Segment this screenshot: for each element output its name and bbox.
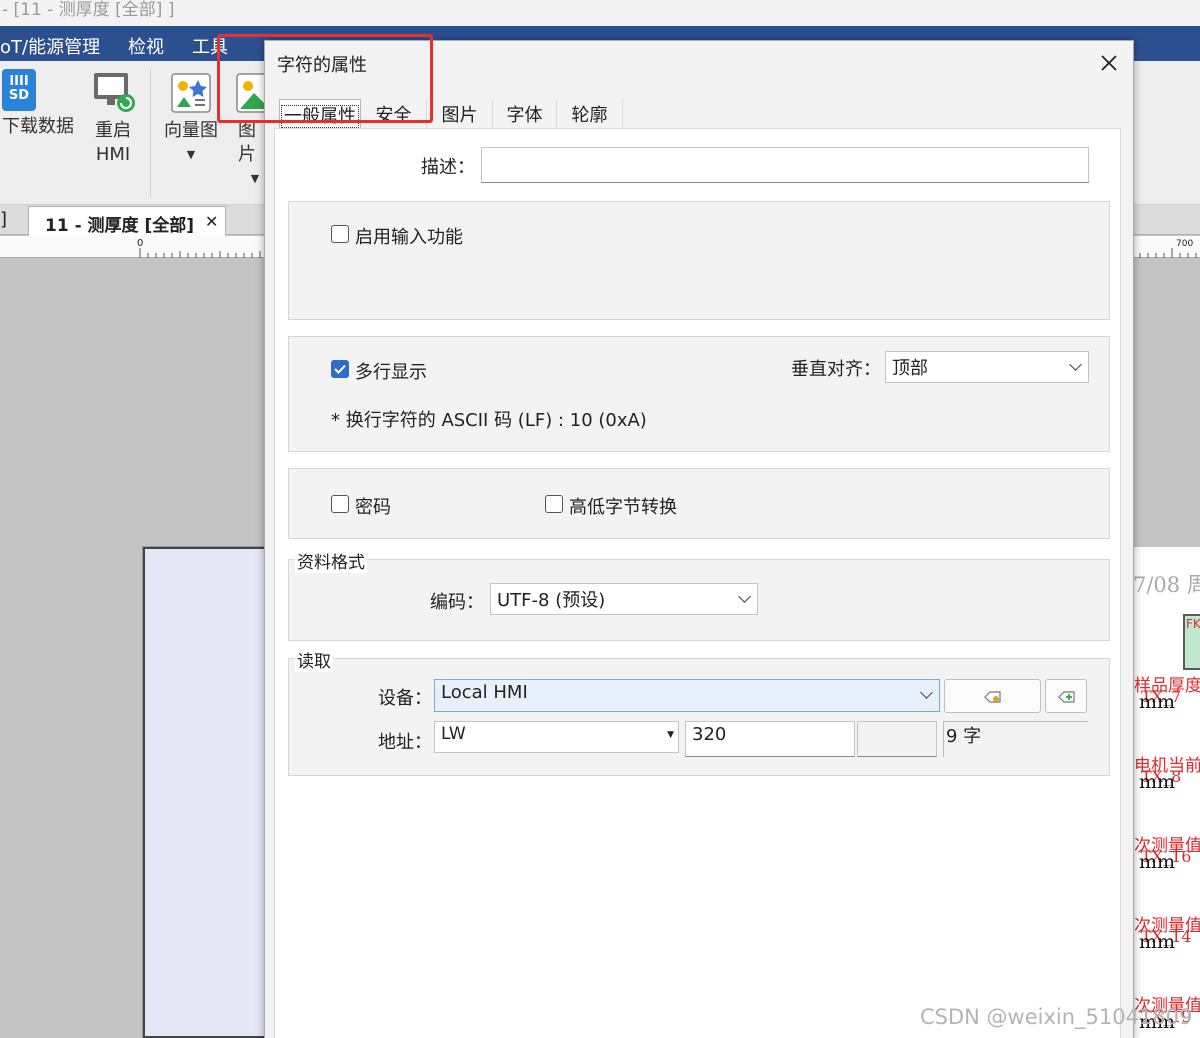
item-unit: mm (1139, 931, 1176, 953)
byte-swap-checkbox[interactable] (545, 495, 563, 513)
add-tag-button[interactable] (1045, 679, 1087, 713)
tab-active-document[interactable]: 11 - 测厚度 [全部] ✕ (28, 206, 226, 236)
tab-image-label: 图片 (441, 105, 478, 126)
byte-swap-label: 高低字节转换 (569, 497, 677, 518)
enable-input-checkbox[interactable] (331, 225, 349, 243)
vector-image-icon (171, 73, 211, 113)
ruler-start-label: 0 (137, 238, 144, 249)
data-format-group: 资料格式 编码： UTF-8 (预设) (288, 548, 1110, 641)
password-group: 密码 高低字节转换 (288, 468, 1110, 539)
chevron-down-icon (920, 686, 933, 699)
address-value-input[interactable]: 320 (685, 721, 855, 757)
watermark: CSDN @weixin_51041809 (920, 1005, 1193, 1029)
window-title: - [11 - 测厚度 [全部] ] (0, 0, 1200, 26)
screen-preview-right: 7/08 周 FK 样品厚度 TX_7 mm 电机当前 TX_8 mm 次测量值… (1133, 547, 1200, 1038)
general-properties-panel: 描述： 启用输入功能 多行显示 垂直对齐： 顶部 * 换行字符的 ASCII 码… (274, 128, 1121, 1038)
item-unit: mm (1139, 691, 1176, 713)
multiline-label: 多行显示 (355, 362, 427, 383)
tag-add-icon (1058, 691, 1075, 703)
vertical-align-label: 垂直对齐： (791, 359, 881, 380)
close-icon[interactable] (1099, 53, 1119, 73)
tab-outline[interactable]: 轮廓 (557, 99, 623, 129)
device-label: 设备： (378, 688, 432, 709)
fk-button[interactable]: FK (1183, 614, 1200, 670)
device-value: Local HMI (441, 682, 528, 703)
small-dropdown-arrow-icon: ▼ (667, 730, 674, 740)
device-settings-button[interactable] (944, 679, 1041, 713)
input-function-group: 启用输入功能 (288, 201, 1110, 320)
restart-monitor-icon (94, 73, 135, 112)
password-label: 密码 (355, 497, 391, 518)
data-format-legend: 资料格式 (295, 548, 367, 573)
description-label: 描述： (421, 157, 475, 178)
multiline-group: 多行显示 垂直对齐： 顶部 * 换行字符的 ASCII 码 (LF) : 10 … (288, 336, 1110, 452)
ruler-end-label: 700 (1176, 239, 1194, 249)
address-label: 地址： (378, 732, 432, 753)
fk-label: FK (1186, 617, 1200, 631)
chevron-down-icon (1069, 358, 1082, 371)
address-type-select[interactable]: LW ▼ (434, 721, 679, 753)
tab-outline-label: 轮廓 (571, 105, 608, 126)
encoding-label: 编码： (430, 592, 484, 613)
close-tab-icon[interactable]: ✕ (205, 212, 218, 231)
download-data-label: 下载数据 (2, 116, 74, 137)
menu-iot-energy[interactable]: oT/能源管理 (0, 33, 100, 59)
restart-label-1: 重启 (95, 120, 131, 141)
menu-view[interactable]: 检视 (128, 33, 164, 59)
restart-hmi-button[interactable]: 重启 HMI (84, 69, 142, 167)
tag-settings-icon (984, 691, 1001, 703)
chevron-down-icon: ▼ (186, 148, 196, 161)
restart-label-2: HMI (95, 144, 131, 165)
password-checkbox[interactable] (331, 495, 349, 513)
address-index-field (857, 721, 937, 757)
date-label: 7/08 周 (1133, 573, 1200, 597)
multiline-checkbox[interactable] (331, 360, 349, 378)
tab-font[interactable]: 字体 (493, 99, 557, 129)
tab-left-fragment[interactable]: ] (0, 209, 7, 230)
enable-input-label: 启用输入功能 (355, 227, 463, 248)
vector-image-button[interactable]: 向量图 ▼ (160, 71, 222, 167)
description-input[interactable] (481, 147, 1089, 183)
length-field: 9 字 (943, 721, 1088, 757)
chevron-down-icon: ▼ (250, 172, 260, 185)
tab-image[interactable]: 图片 (427, 99, 493, 129)
checkmark-icon (334, 364, 346, 374)
vertical-align-select[interactable]: 顶部 (885, 351, 1089, 383)
device-select[interactable]: Local HMI (434, 679, 940, 712)
newline-note: * 换行字符的 ASCII 码 (LF) : 10 (0xA) (331, 410, 647, 431)
image-label: 图片 (238, 120, 256, 165)
read-address-group: 读取 设备： Local HMI 地址： LW ▼ 320 9 字 (288, 647, 1110, 776)
address-type-value: LW (441, 724, 466, 744)
encoding-select[interactable]: UTF-8 (预设) (490, 583, 758, 615)
sd-card-icon: IIII SD (2, 69, 36, 111)
item-unit: mm (1139, 771, 1176, 793)
character-properties-dialog: 字符的属性 一般属性 安全 图片 字体 轮廓 描述： 启用输入功能 多行显示 垂… (264, 40, 1134, 1038)
download-data-button[interactable]: IIII SD 下载数据 (0, 69, 76, 139)
vector-image-label: 向量图 (164, 120, 218, 141)
tab-font-label: 字体 (506, 105, 543, 126)
vertical-align-value: 顶部 (892, 358, 928, 379)
read-legend: 读取 (295, 647, 333, 672)
chevron-down-icon (738, 590, 751, 603)
hmi-screen-preview[interactable] (142, 546, 269, 1038)
item-unit: mm (1139, 851, 1176, 873)
tab-active-label: 11 - 测厚度 [全部] (45, 216, 195, 236)
highlight-annotation-box (217, 34, 433, 123)
encoding-value: UTF-8 (预设) (497, 590, 606, 611)
